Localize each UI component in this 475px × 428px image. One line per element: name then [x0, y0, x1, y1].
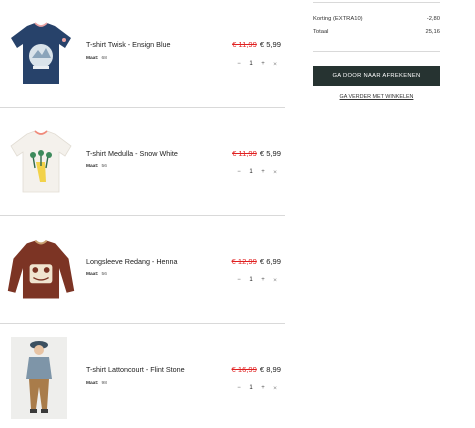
product-image-henna-longsleeve[interactable]	[4, 222, 78, 318]
quantity-stepper: − 1 + ×	[233, 58, 281, 70]
product-size: Maat: 56	[86, 164, 107, 169]
new-price: € 8,99	[259, 365, 281, 374]
quantity-value: 1	[249, 277, 253, 283]
old-price: € 11,99	[232, 149, 257, 158]
discount-row: Korting (EXTRA10) -2,80	[313, 16, 440, 22]
new-price: € 5,99	[259, 40, 281, 49]
remove-item-icon[interactable]: ×	[269, 385, 281, 392]
decrease-quantity-button[interactable]: −	[233, 169, 245, 175]
size-value: 68	[101, 56, 107, 61]
product-image-white-tshirt[interactable]	[4, 114, 78, 210]
new-price: € 6,99	[259, 257, 281, 266]
quantity-value: 1	[249, 169, 253, 175]
product-size: Maat: 56	[86, 272, 107, 277]
product-size: Maat: 68	[86, 56, 107, 61]
cart-item: T-shirt Medulla - Snow White Maat: 56 € 1…	[0, 108, 285, 216]
size-label: Maat:	[86, 272, 99, 277]
old-price: € 11,99	[232, 40, 257, 49]
increase-quantity-button[interactable]: +	[257, 169, 269, 175]
cart-item: T-shirt Lattoncourt - Flint Stone Maat: 9…	[0, 324, 285, 428]
size-label: Maat:	[86, 381, 99, 386]
product-name[interactable]: Longsleeve Redang - Henna	[86, 257, 178, 266]
decrease-quantity-button[interactable]: −	[233, 277, 245, 283]
white-tshirt-image	[10, 130, 72, 193]
total-label: Totaal	[313, 29, 329, 35]
cart-items-list: T-shirt Twisk - Ensign Blue Maat: 68 € 11…	[0, 0, 285, 428]
continue-shopping-link[interactable]: GA VERDER MET WINKELEN	[313, 94, 440, 100]
increase-quantity-button[interactable]: +	[257, 277, 269, 283]
decrease-quantity-button[interactable]: −	[233, 385, 245, 391]
old-price: € 16,99	[231, 365, 257, 374]
size-value: 98	[101, 381, 107, 386]
henna-longsleeve-image	[7, 239, 75, 299]
new-price: € 5,99	[259, 149, 281, 158]
product-name[interactable]: T-shirt Medulla - Snow White	[86, 149, 178, 158]
increase-quantity-button[interactable]: +	[257, 61, 269, 67]
product-name[interactable]: T-shirt Lattoncourt - Flint Stone	[86, 365, 185, 374]
summary-divider	[313, 2, 440, 3]
remove-item-icon[interactable]: ×	[269, 277, 281, 284]
discount-label: Korting (EXTRA10)	[313, 16, 363, 22]
quantity-value: 1	[249, 61, 253, 67]
quantity-value: 1	[249, 385, 253, 391]
size-label: Maat:	[86, 56, 99, 61]
product-price: € 12,99 € 6,99	[232, 257, 281, 266]
increase-quantity-button[interactable]: +	[257, 385, 269, 391]
product-price: € 16,99 € 8,99	[232, 365, 281, 374]
summary-divider	[313, 51, 440, 52]
product-name[interactable]: T-shirt Twisk - Ensign Blue	[86, 40, 171, 49]
quantity-stepper: − 1 + ×	[233, 274, 281, 286]
total-row: Totaal 25,16	[313, 29, 440, 35]
decrease-quantity-button[interactable]: −	[233, 61, 245, 67]
checkout-button[interactable]: GA DOOR NAAR AFREKENEN	[313, 66, 440, 86]
quantity-stepper: − 1 + ×	[233, 166, 281, 178]
remove-item-icon[interactable]: ×	[269, 61, 281, 68]
discount-value: -2,80	[426, 16, 440, 22]
old-price: € 12,99	[231, 257, 257, 266]
cart-item: T-shirt Twisk - Ensign Blue Maat: 68 € 11…	[0, 0, 285, 108]
product-image-boy-photo[interactable]	[10, 336, 68, 420]
product-size: Maat: 98	[86, 381, 107, 386]
size-label: Maat:	[86, 164, 99, 169]
product-price: € 11,99 € 5,99	[232, 40, 281, 49]
navy-tshirt-image	[11, 22, 71, 84]
product-price: € 11,99 € 5,99	[232, 149, 281, 158]
size-value: 56	[101, 164, 107, 169]
total-value: 25,16	[425, 29, 440, 35]
boy-photo-image	[11, 337, 67, 419]
quantity-stepper: − 1 + ×	[233, 382, 281, 394]
product-image-navy-tshirt[interactable]	[4, 6, 78, 102]
remove-item-icon[interactable]: ×	[269, 169, 281, 176]
size-value: 56	[101, 272, 107, 277]
cart-item: Longsleeve Redang - Henna Maat: 56 € 12,9…	[0, 216, 285, 324]
